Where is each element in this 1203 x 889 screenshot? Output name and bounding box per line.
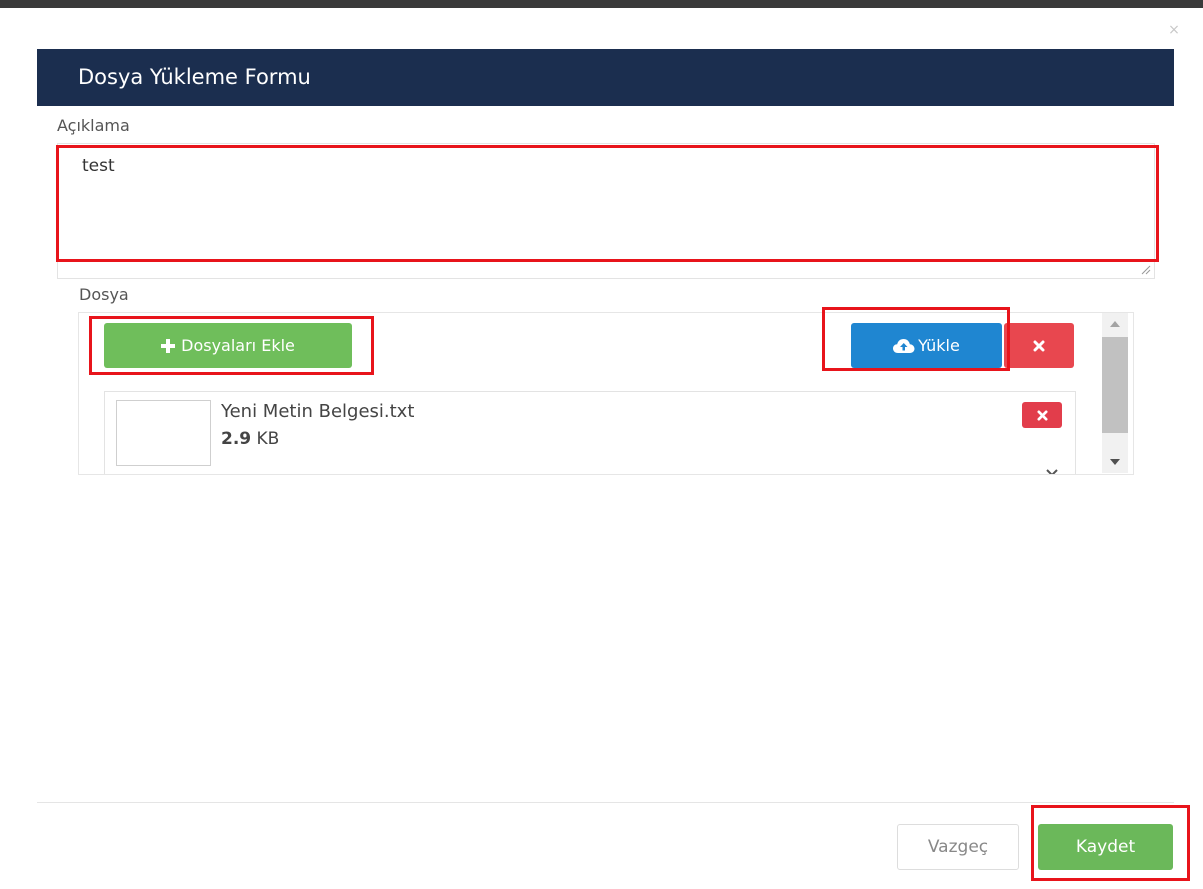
close-icon: [1033, 340, 1045, 351]
close-icon: [1036, 409, 1048, 421]
scroll-up-arrow-icon[interactable]: [1102, 313, 1128, 335]
file-label: Dosya: [79, 285, 129, 304]
scroll-thumb[interactable]: [1102, 337, 1128, 433]
window-top-bar: [0, 0, 1203, 8]
file-panel-scrollbar[interactable]: [1102, 313, 1128, 473]
description-label: Açıklama: [57, 116, 130, 135]
save-button[interactable]: Kaydet: [1038, 824, 1173, 870]
plus-icon: [161, 338, 176, 353]
upload-button[interactable]: Yükle: [851, 323, 1002, 368]
dialog-close-icon[interactable]: ×: [1166, 22, 1182, 38]
chevron-down-icon[interactable]: [1045, 468, 1059, 475]
description-textarea[interactable]: [58, 144, 1154, 278]
add-files-button[interactable]: Dosyaları Ekle: [104, 323, 352, 368]
cancel-button[interactable]: Vazgeç: [897, 824, 1019, 870]
cancel-all-button[interactable]: [1004, 323, 1074, 368]
file-list-item: Yeni Metin Belgesi.txt 2.9 KB: [104, 391, 1076, 475]
file-size-value: 2.9: [221, 429, 252, 449]
file-upload-panel: Dosyaları Ekle Yükle Yeni Metin Belgesi.…: [78, 312, 1134, 475]
remove-file-button[interactable]: [1022, 402, 1062, 428]
cloud-upload-icon: [893, 338, 915, 353]
resize-handle-icon[interactable]: [1141, 265, 1151, 275]
scroll-down-arrow-icon[interactable]: [1102, 451, 1128, 473]
file-size-unit: KB: [256, 429, 280, 449]
add-files-label: Dosyaları Ekle: [181, 335, 295, 355]
footer-divider: [37, 802, 1174, 803]
upload-label: Yükle: [918, 335, 960, 355]
modal-title: Dosya Yükleme Formu: [78, 65, 311, 89]
description-field-wrapper: [57, 143, 1155, 279]
file-name: Yeni Metin Belgesi.txt: [221, 401, 415, 422]
file-thumbnail: [116, 400, 211, 466]
file-size: 2.9 KB: [221, 429, 279, 449]
modal-header: Dosya Yükleme Formu: [37, 49, 1174, 106]
